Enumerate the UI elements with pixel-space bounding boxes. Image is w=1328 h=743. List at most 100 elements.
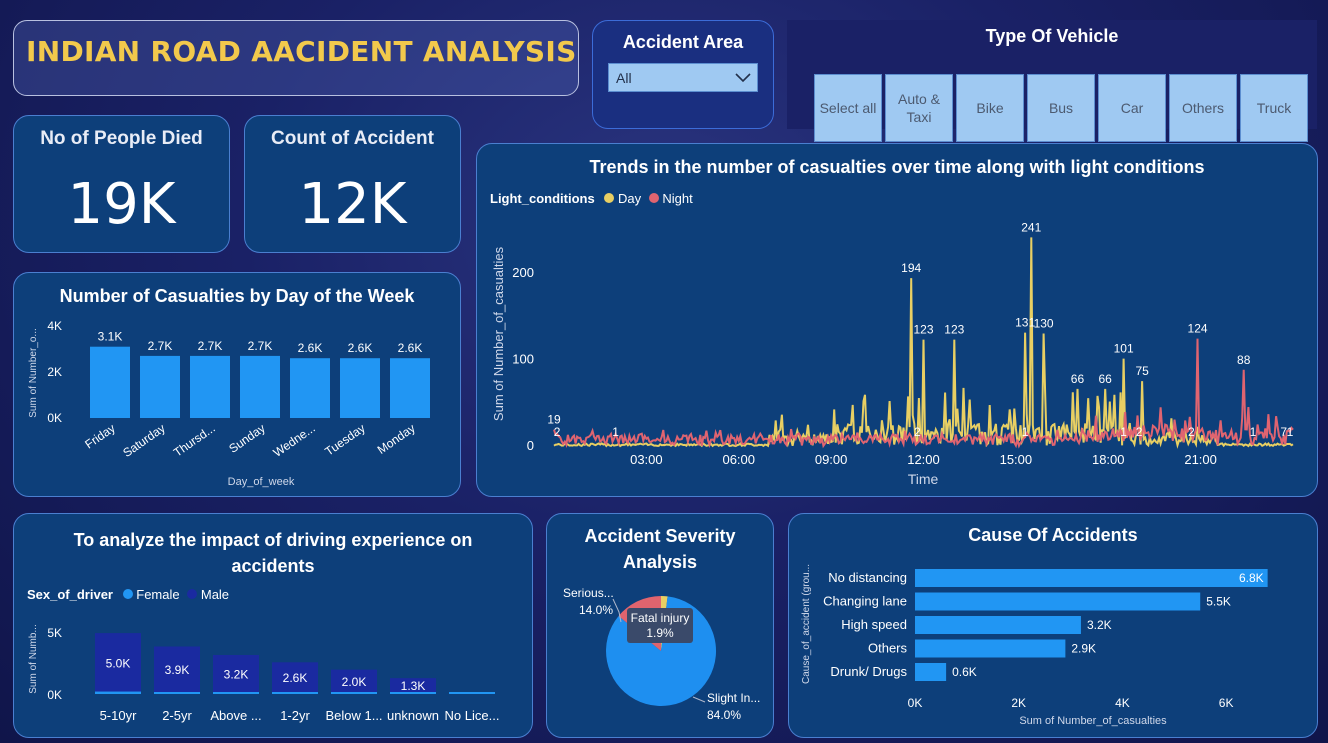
vehicle-option-select-all[interactable]: Select all: [814, 74, 882, 142]
day-of-week-chart: 0K 2K 4K Sum of Number_o... 3.1K Friday 2.7K Sa…: [28, 319, 430, 488]
bar-tuesday: [340, 358, 380, 418]
day-of-week-card: Number of Casualties by Day of the Week …: [13, 272, 461, 497]
bar-data-label: 2.7K: [148, 339, 173, 353]
bar-data-label: 3.2K: [1087, 618, 1112, 632]
bar-data-label: 5.5K: [1206, 595, 1231, 609]
peak-data-label: 1: [1250, 425, 1257, 439]
x-tick-label: 2K: [1011, 696, 1026, 710]
y-axis-label: Sum of Numb...: [28, 624, 39, 693]
peak-data-label: 101: [1114, 342, 1134, 356]
y-tick-label: Others: [868, 641, 908, 656]
x-axis-label: Time: [908, 471, 939, 487]
bar-female-2-5yr: [154, 692, 200, 694]
driving-experience-card: To analyze the impact of driving experie…: [13, 513, 533, 738]
x-tick-label: Tuesday: [322, 421, 367, 459]
bar-others: [915, 639, 1066, 658]
bar-friday: [90, 346, 130, 418]
x-tick-label: 03:00: [630, 452, 663, 467]
y-tick-label: High speed: [841, 617, 907, 632]
bar-data-label: 3.2K: [224, 668, 249, 682]
bar-data-label: 5.0K: [106, 657, 131, 671]
x-tick-label: unknown: [387, 708, 439, 723]
peak-data-label: 131: [1015, 316, 1035, 330]
x-tick-label: Above ...: [210, 708, 261, 723]
accident-area-label: Accident Area: [622, 32, 744, 52]
y-axis-label: Sum of Number_of_casualties: [491, 246, 506, 421]
bar-sunday: [240, 355, 280, 418]
peak-data-label: 1: [1287, 425, 1294, 439]
chevron-down-icon: [735, 73, 751, 83]
bar-data-label: 0.6K: [952, 665, 977, 679]
severity-card: Accident Severity Analysis Fatal injury 1…: [546, 513, 774, 738]
fatal-slice-value: 1.9%: [646, 626, 674, 640]
bar-data-label: 2.9K: [1071, 642, 1096, 656]
kpi-count-label: Count of Accident: [271, 128, 434, 149]
bar-female-5-10yr: [95, 691, 141, 694]
dashboard-title: INDIAN ROAD AACIDENT ANALYSIS: [26, 35, 577, 68]
y-tick-label: 100: [512, 351, 534, 366]
peak-data-label: 2: [914, 425, 921, 439]
vehicle-type-slicer: Type Of Vehicle Select all Auto & Taxi Bik…: [787, 20, 1317, 142]
kpi-count-value: 12K: [298, 172, 407, 237]
peak-data-label: 75: [1135, 364, 1149, 378]
kpi-died-label: No of People Died: [40, 128, 203, 149]
peak-data-label: 123: [913, 323, 933, 337]
bar-data-label: 2.6K: [298, 341, 323, 355]
x-tick-label: 18:00: [1092, 452, 1125, 467]
bar-data-label: 2.7K: [248, 339, 273, 353]
kpi-died-value: 19K: [67, 172, 176, 237]
x-tick-label: 6K: [1219, 696, 1234, 710]
vehicle-type-label: Type Of Vehicle: [985, 26, 1119, 46]
bar-data-label: 2.6K: [398, 341, 423, 355]
y-tick-label: 5K: [47, 626, 62, 640]
y-tick-label: 0: [527, 438, 534, 453]
x-tick-label: 5-10yr: [100, 708, 138, 723]
serious-slice-value: 14.0%: [579, 603, 613, 617]
x-tick-label: 21:00: [1184, 452, 1217, 467]
bar-female-above: [213, 692, 259, 694]
y-axis-label: Sum of Number_o...: [28, 328, 39, 417]
peak-data-label: 2: [1188, 425, 1195, 439]
bar-wedne: [290, 358, 330, 418]
y-tick-label: No distancing: [828, 570, 907, 585]
peak-data-label: 66: [1071, 372, 1085, 386]
peak-data-label: 2: [554, 425, 561, 439]
x-tick-label: 12:00: [907, 452, 940, 467]
x-axis-label: Sum of Number_of_casualties: [1019, 715, 1167, 727]
y-tick-label: 0K: [47, 688, 62, 702]
peak-data-label: 123: [944, 323, 964, 337]
peak-data-label: 66: [1098, 372, 1112, 386]
vehicle-option-truck[interactable]: Truck: [1240, 74, 1308, 142]
bar-data-label: 1.3K: [401, 679, 426, 693]
cause-bar-chart: No distancing 6.8K Changing lane 5.5K High s…: [801, 564, 1268, 727]
vehicle-option-bus[interactable]: Bus: [1027, 74, 1095, 142]
bar-no-distancing: [915, 569, 1268, 587]
trend-card: Trends in the number of casualties over …: [476, 143, 1318, 497]
accident-area-dropdown[interactable]: All: [608, 63, 758, 92]
bar-thursd: [190, 355, 230, 418]
x-tick-label: Monday: [375, 421, 418, 457]
vehicle-option-others[interactable]: Others: [1169, 74, 1237, 142]
y-axis-label: Cause_of_accident (grou...: [801, 564, 812, 684]
dashboard-title-box: INDIAN ROAD AACIDENT ANALYSIS: [13, 20, 579, 96]
x-tick-label: Sunday: [226, 421, 267, 456]
series-day-line: [553, 237, 1294, 449]
bar-data-label: 3.9K: [165, 663, 190, 677]
bar-data-label: 3.1K: [98, 330, 123, 344]
bar-female-below-1: [331, 692, 377, 694]
x-tick-label: Friday: [82, 421, 117, 452]
x-tick-label: 09:00: [815, 452, 848, 467]
vehicle-option-car[interactable]: Car: [1098, 74, 1166, 142]
x-tick-label: 06:00: [722, 452, 755, 467]
peak-data-label: 124: [1188, 322, 1208, 336]
x-tick-label: Wedne...: [271, 421, 318, 460]
bar-data-label: 2.6K: [348, 341, 373, 355]
vehicle-option-bike[interactable]: Bike: [956, 74, 1024, 142]
peak-data-label: 1: [1022, 425, 1029, 439]
peak-data-label: 1: [1120, 425, 1127, 439]
vehicle-option-auto-taxi[interactable]: Auto & Taxi: [885, 74, 953, 142]
x-axis-label: Day_of_week: [228, 476, 295, 488]
bar-female-no-lice: [449, 692, 495, 694]
bar-data-label: 6.8K: [1239, 571, 1264, 585]
bar-data-label: 2.0K: [342, 675, 367, 689]
